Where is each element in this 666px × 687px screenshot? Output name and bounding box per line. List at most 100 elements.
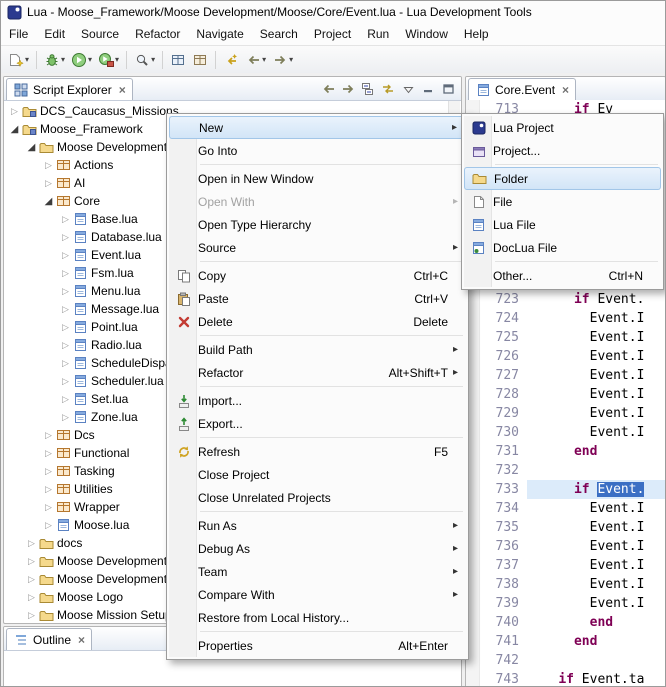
close-icon[interactable]: ×	[562, 83, 569, 97]
menu-navigate[interactable]: Navigate	[188, 24, 251, 44]
expand-arrow-icon[interactable]: ▷	[59, 376, 72, 387]
tab-outline[interactable]: Outline ×	[6, 628, 92, 650]
view-menu-button[interactable]	[400, 85, 416, 94]
run-button[interactable]: ▾	[68, 49, 95, 71]
ctx-item-open-type-hierarchy[interactable]: Open Type Hierarchy	[169, 213, 466, 236]
expand-arrow-icon[interactable]: ▷	[59, 232, 72, 243]
forward-button[interactable]	[340, 82, 356, 96]
external-tools-button[interactable]: ▾	[95, 49, 122, 71]
expand-arrow-icon[interactable]: ▷	[42, 466, 55, 477]
expand-arrow-icon[interactable]: ▷	[8, 106, 21, 117]
expand-arrow-icon[interactable]: ▷	[59, 268, 72, 279]
expand-arrow-icon[interactable]: ▷	[59, 340, 72, 351]
ctx-item-export[interactable]: Export...	[169, 412, 466, 435]
ctx-item-new[interactable]: New▸	[169, 116, 466, 139]
debug-button[interactable]: ▾	[41, 49, 68, 71]
submenu-item-project[interactable]: Project...	[464, 139, 661, 162]
expand-arrow-icon[interactable]: ◢	[8, 124, 21, 135]
ctx-item-source[interactable]: Source▸	[169, 236, 466, 259]
ctx-item-refresh[interactable]: RefreshF5	[169, 440, 466, 463]
expand-arrow-icon[interactable]: ▷	[59, 412, 72, 423]
tab-script-explorer[interactable]: Script Explorer ×	[6, 78, 133, 100]
editor-tab-title: Core.Event	[495, 83, 555, 97]
ctx-item-close-unrelated-projects[interactable]: Close Unrelated Projects	[169, 486, 466, 509]
link-editor-button[interactable]	[380, 82, 396, 96]
folder-icon	[38, 573, 54, 586]
menu-refactor[interactable]: Refactor	[127, 24, 188, 44]
menu-shortcut: Ctrl+N	[589, 269, 643, 283]
menu-edit[interactable]: Edit	[36, 24, 73, 44]
ctx-item-run-as[interactable]: Run As▸	[169, 514, 466, 537]
minimize-button[interactable]	[420, 84, 436, 94]
expand-arrow-icon[interactable]: ▷	[42, 160, 55, 171]
forward-button[interactable]: ▾	[269, 49, 296, 71]
expand-arrow-icon[interactable]: ▷	[42, 430, 55, 441]
table-edit-button[interactable]	[189, 49, 211, 71]
ctx-item-refactor[interactable]: RefactorAlt+Shift+T▸	[169, 361, 466, 384]
ctx-item-copy[interactable]: CopyCtrl+C	[169, 264, 466, 287]
ctx-item-delete[interactable]: DeleteDelete	[169, 310, 466, 333]
expand-arrow-icon[interactable]: ▷	[42, 178, 55, 189]
ctx-item-go-into[interactable]: Go Into	[169, 139, 466, 162]
submenu-item-file[interactable]: File	[464, 190, 661, 213]
ctx-item-restore-from-local-history[interactable]: Restore from Local History...	[169, 606, 466, 629]
menu-window[interactable]: Window	[397, 24, 456, 44]
expand-arrow-icon[interactable]: ◢	[25, 142, 38, 153]
submenu-item-lua-project[interactable]: Lua Project	[464, 116, 661, 139]
close-icon[interactable]: ×	[119, 83, 126, 97]
ctx-item-team[interactable]: Team▸	[169, 560, 466, 583]
menu-search[interactable]: Search	[252, 24, 306, 44]
menu-project[interactable]: Project	[306, 24, 359, 44]
submenu-item-other[interactable]: Other...Ctrl+N	[464, 264, 661, 287]
menu-help[interactable]: Help	[456, 24, 497, 44]
menu-run[interactable]: Run	[359, 24, 397, 44]
dropdown-arrow-icon[interactable]: ▾	[88, 55, 92, 64]
ctx-item-paste[interactable]: PasteCtrl+V	[169, 287, 466, 310]
expand-arrow-icon[interactable]: ◢	[42, 196, 55, 207]
expand-arrow-icon[interactable]: ▷	[42, 448, 55, 459]
ctx-item-close-project[interactable]: Close Project	[169, 463, 466, 486]
expand-arrow-icon[interactable]: ▷	[25, 556, 38, 567]
dropdown-arrow-icon[interactable]: ▾	[262, 55, 266, 64]
submenu-item-doclua-file[interactable]: DocLua File	[464, 236, 661, 259]
dropdown-arrow-icon[interactable]: ▾	[289, 55, 293, 64]
expand-arrow-icon[interactable]: ▷	[59, 322, 72, 333]
search-button[interactable]: ▾	[131, 49, 158, 71]
expand-arrow-icon[interactable]: ▷	[59, 214, 72, 225]
back-button[interactable]: ▾	[242, 49, 269, 71]
expand-arrow-icon[interactable]: ▷	[59, 304, 72, 315]
dropdown-arrow-icon[interactable]: ▾	[61, 55, 65, 64]
menu-source[interactable]: Source	[73, 24, 127, 44]
submenu-item-folder[interactable]: Folder	[464, 167, 661, 190]
maximize-button[interactable]	[440, 84, 456, 94]
menu-file[interactable]: File	[1, 24, 36, 44]
ctx-item-compare-with[interactable]: Compare With▸	[169, 583, 466, 606]
dropdown-arrow-icon[interactable]: ▾	[25, 55, 29, 64]
dropdown-arrow-icon[interactable]: ▾	[115, 55, 119, 64]
ctx-item-debug-as[interactable]: Debug As▸	[169, 537, 466, 560]
tab-core-event[interactable]: Core.Event ×	[468, 78, 576, 100]
expand-arrow-icon[interactable]: ▷	[42, 484, 55, 495]
expand-arrow-icon[interactable]: ▷	[25, 610, 38, 621]
expand-arrow-icon[interactable]: ▷	[25, 592, 38, 603]
submenu-item-lua-file[interactable]: Lua File	[464, 213, 661, 236]
collapse-all-button[interactable]	[360, 82, 376, 96]
expand-arrow-icon[interactable]: ▷	[59, 250, 72, 261]
expand-arrow-icon[interactable]: ▷	[42, 502, 55, 513]
table-view-button[interactable]	[167, 49, 189, 71]
dropdown-arrow-icon[interactable]: ▾	[151, 55, 155, 64]
ctx-item-properties[interactable]: PropertiesAlt+Enter	[169, 634, 466, 657]
expand-arrow-icon[interactable]: ▷	[42, 520, 55, 531]
last-edit-location-button[interactable]	[220, 49, 242, 71]
expand-arrow-icon[interactable]: ▷	[25, 574, 38, 585]
ctx-item-import[interactable]: Import...	[169, 389, 466, 412]
expand-arrow-icon[interactable]: ▷	[59, 394, 72, 405]
ctx-item-open-in-new-window[interactable]: Open in New Window	[169, 167, 466, 190]
expand-arrow-icon[interactable]: ▷	[59, 286, 72, 297]
close-icon[interactable]: ×	[78, 633, 85, 647]
expand-arrow-icon[interactable]: ▷	[25, 538, 38, 549]
expand-arrow-icon[interactable]: ▷	[59, 358, 72, 369]
new-wizard-button[interactable]: ▾	[5, 49, 32, 71]
back-button[interactable]	[320, 82, 336, 96]
ctx-item-build-path[interactable]: Build Path▸	[169, 338, 466, 361]
